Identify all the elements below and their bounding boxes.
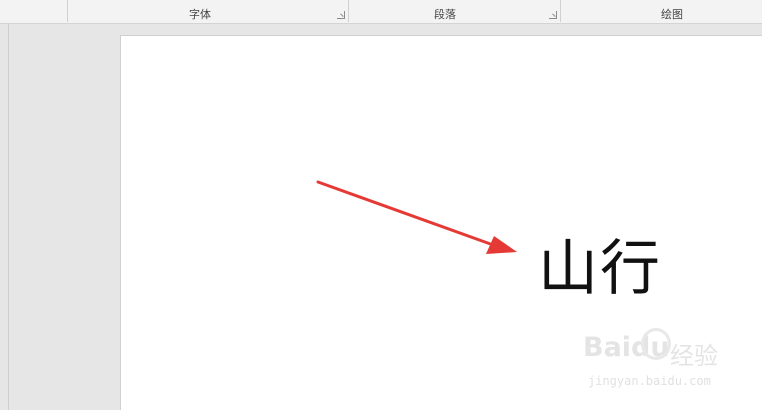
watermark-url: jingyan.baidu.com xyxy=(588,374,711,388)
watermark-cn-text: 经验 xyxy=(670,342,718,370)
font-dialog-launcher-icon[interactable] xyxy=(337,11,345,19)
paragraph-dialog-launcher-icon[interactable] xyxy=(549,11,557,19)
group-separator xyxy=(560,0,561,22)
paragraph-group-label: 段落 xyxy=(434,8,456,21)
ribbon-group-bar: 字体 段落 绘图 xyxy=(0,0,762,24)
baidu-jingyan-watermark: Baidu 经验 jingyan.baidu.com xyxy=(583,328,728,394)
document-text[interactable]: 山行 xyxy=(538,234,662,304)
group-separator xyxy=(348,0,349,22)
baidu-paw-icon xyxy=(641,328,671,360)
group-separator xyxy=(67,0,68,22)
font-group-label: 字体 xyxy=(189,8,211,21)
drawing-group-label: 绘图 xyxy=(661,8,683,21)
vertical-ruler xyxy=(8,24,9,410)
